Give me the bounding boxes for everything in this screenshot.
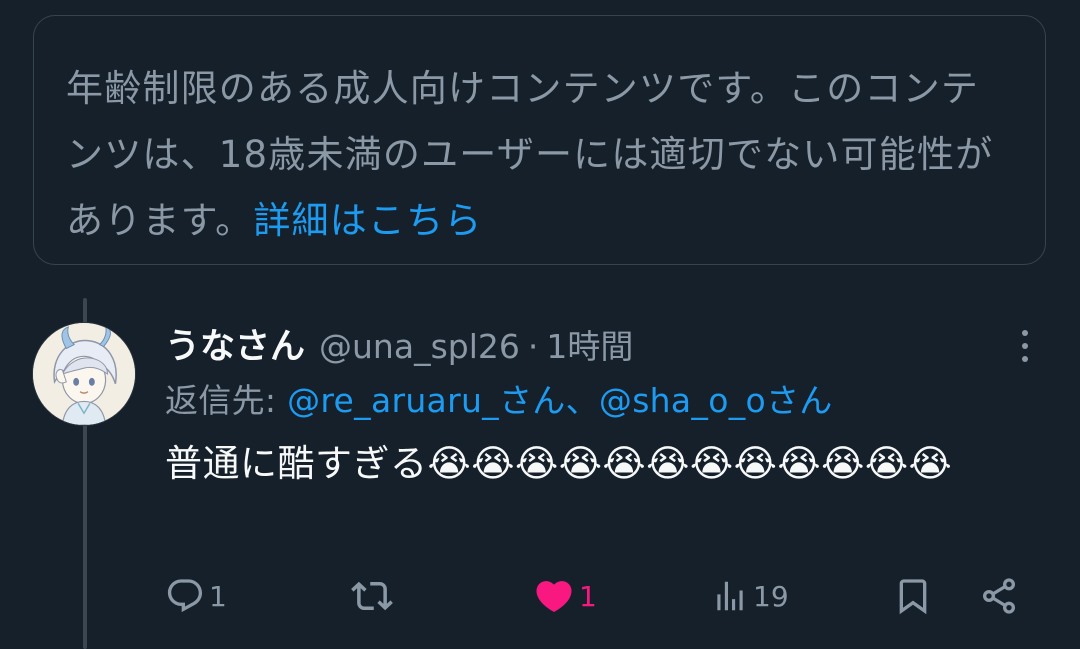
heart-filled-icon — [536, 581, 572, 613]
mention-link[interactable]: @sha_o_oさん — [599, 381, 833, 420]
post-time[interactable]: 1時間 — [546, 320, 633, 368]
retweet-arrows-icon — [351, 581, 393, 611]
retweet-button[interactable] — [351, 570, 393, 622]
ellipsis-dot — [1022, 356, 1028, 362]
ellipsis-dot — [1022, 343, 1028, 349]
share-button[interactable] — [979, 570, 1019, 622]
notice-message: 年齢制限のある成人向けコンテンツです。このコンテンツは、18歳未満のユーザーには… — [66, 67, 994, 242]
header-separator: · — [527, 327, 539, 366]
learn-more-link[interactable]: 詳細はこちら — [253, 199, 482, 242]
tweet-action-bar: 1 1 19 — [165, 570, 1035, 622]
bookmark-button[interactable] — [893, 570, 933, 622]
bookmark-icon — [899, 579, 927, 615]
display-name[interactable]: うなさん — [165, 318, 305, 369]
notice-text-block: 年齢制限のある成人向けコンテンツです。このコンテンツは、18歳未満のユーザーには… — [66, 56, 1017, 254]
tweet-header: うなさん @una_spl26 · 1時間 — [165, 318, 633, 370]
share-nodes-icon — [983, 578, 1015, 614]
like-button[interactable]: 1 — [533, 570, 597, 622]
avatar[interactable] — [32, 322, 136, 426]
reply-button[interactable]: 1 — [165, 570, 227, 622]
mention-separator: 、 — [565, 381, 599, 420]
age-restriction-notice: 年齢制限のある成人向けコンテンツです。このコンテンツは、18歳未満のユーザーには… — [33, 15, 1046, 265]
mention-link[interactable]: @re_aruaru_さん — [287, 381, 565, 420]
tweet-screen: 年齢制限のある成人向けコンテンツです。このコンテンツは、18歳未満のユーザーには… — [0, 0, 1080, 649]
reply-count: 1 — [209, 579, 227, 613]
view-count: 19 — [753, 579, 789, 613]
like-count: 1 — [579, 579, 597, 613]
avatar-illustration — [33, 323, 135, 425]
vertical-ellipsis-icon[interactable] — [1010, 326, 1040, 366]
user-handle[interactable]: @una_spl26 — [319, 327, 520, 366]
views-button[interactable]: 19 — [711, 570, 789, 622]
speech-bubble-icon — [167, 579, 203, 613]
bar-chart-icon — [717, 581, 743, 611]
ellipsis-dot — [1022, 330, 1028, 336]
reply-prefix: 返信先: — [165, 381, 288, 420]
tweet-text: 普通に酷すぎる😭😭😭😭😭😭😭😭😭😭😭😭 — [165, 442, 953, 485]
replying-to: 返信先: @re_aruaru_さん、@sha_o_oさん — [165, 374, 833, 422]
